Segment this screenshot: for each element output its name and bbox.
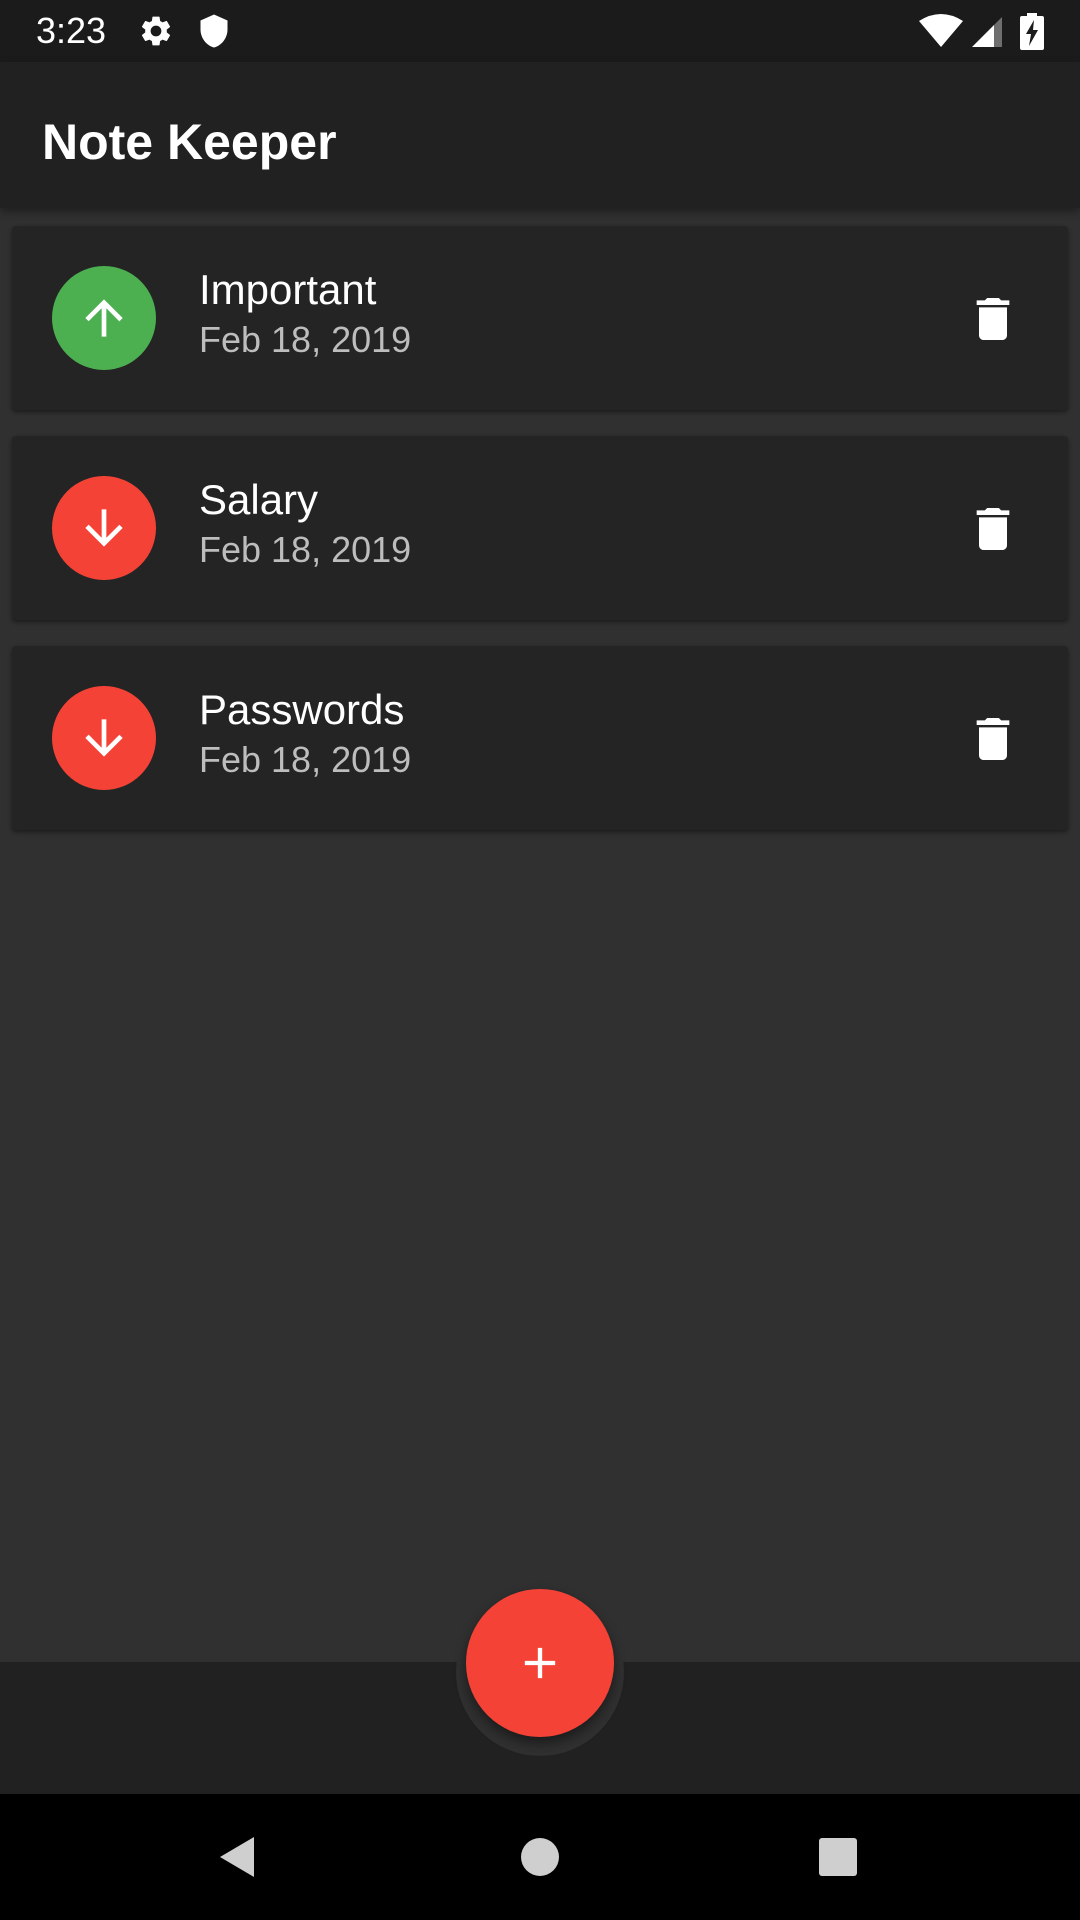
wifi-icon [919, 14, 963, 47]
gear-icon [141, 16, 171, 46]
note-list: Important Feb 18, 2019 Salary Feb 18, 20… [0, 226, 1080, 856]
delete-button[interactable] [958, 494, 1028, 564]
trash-icon [976, 718, 1010, 760]
battery-charging-icon [1020, 13, 1044, 50]
trash-icon [976, 508, 1010, 550]
app-bar: Note Keeper [0, 62, 1080, 208]
note-title: Passwords [199, 686, 405, 733]
note-title: Salary [199, 476, 319, 523]
note-item[interactable]: Passwords Feb 18, 2019 [12, 646, 1068, 830]
priority-indicator [52, 686, 156, 790]
trash-icon [976, 298, 1010, 340]
signal-icon [972, 17, 1002, 47]
arrow-down-icon [85, 719, 123, 757]
note-item[interactable]: Salary Feb 18, 2019 [12, 436, 1068, 620]
shield-icon [200, 14, 228, 48]
status-time: 3:23 [36, 10, 107, 51]
priority-indicator [52, 476, 156, 580]
home-icon [521, 1838, 559, 1876]
system-nav-bar [0, 1794, 1080, 1920]
note-title: Important [199, 266, 377, 313]
status-bar: 3:23 [0, 0, 1080, 62]
nav-recents-button[interactable] [800, 1819, 876, 1895]
delete-button[interactable] [958, 704, 1028, 774]
priority-indicator [52, 266, 156, 370]
add-note-button[interactable] [466, 1589, 614, 1737]
plus-icon [524, 1647, 556, 1679]
note-date: Feb 18, 2019 [199, 319, 412, 360]
recents-icon [819, 1838, 857, 1876]
delete-button[interactable] [958, 284, 1028, 354]
arrow-up-icon [85, 299, 123, 337]
nav-back-button[interactable] [200, 1819, 276, 1895]
note-date: Feb 18, 2019 [199, 739, 412, 780]
nav-home-button[interactable] [502, 1819, 578, 1895]
note-item[interactable]: Important Feb 18, 2019 [12, 226, 1068, 410]
back-icon [220, 1837, 254, 1877]
arrow-down-icon [85, 509, 123, 547]
note-date: Feb 18, 2019 [199, 529, 412, 570]
app-title: Note Keeper [42, 114, 337, 170]
